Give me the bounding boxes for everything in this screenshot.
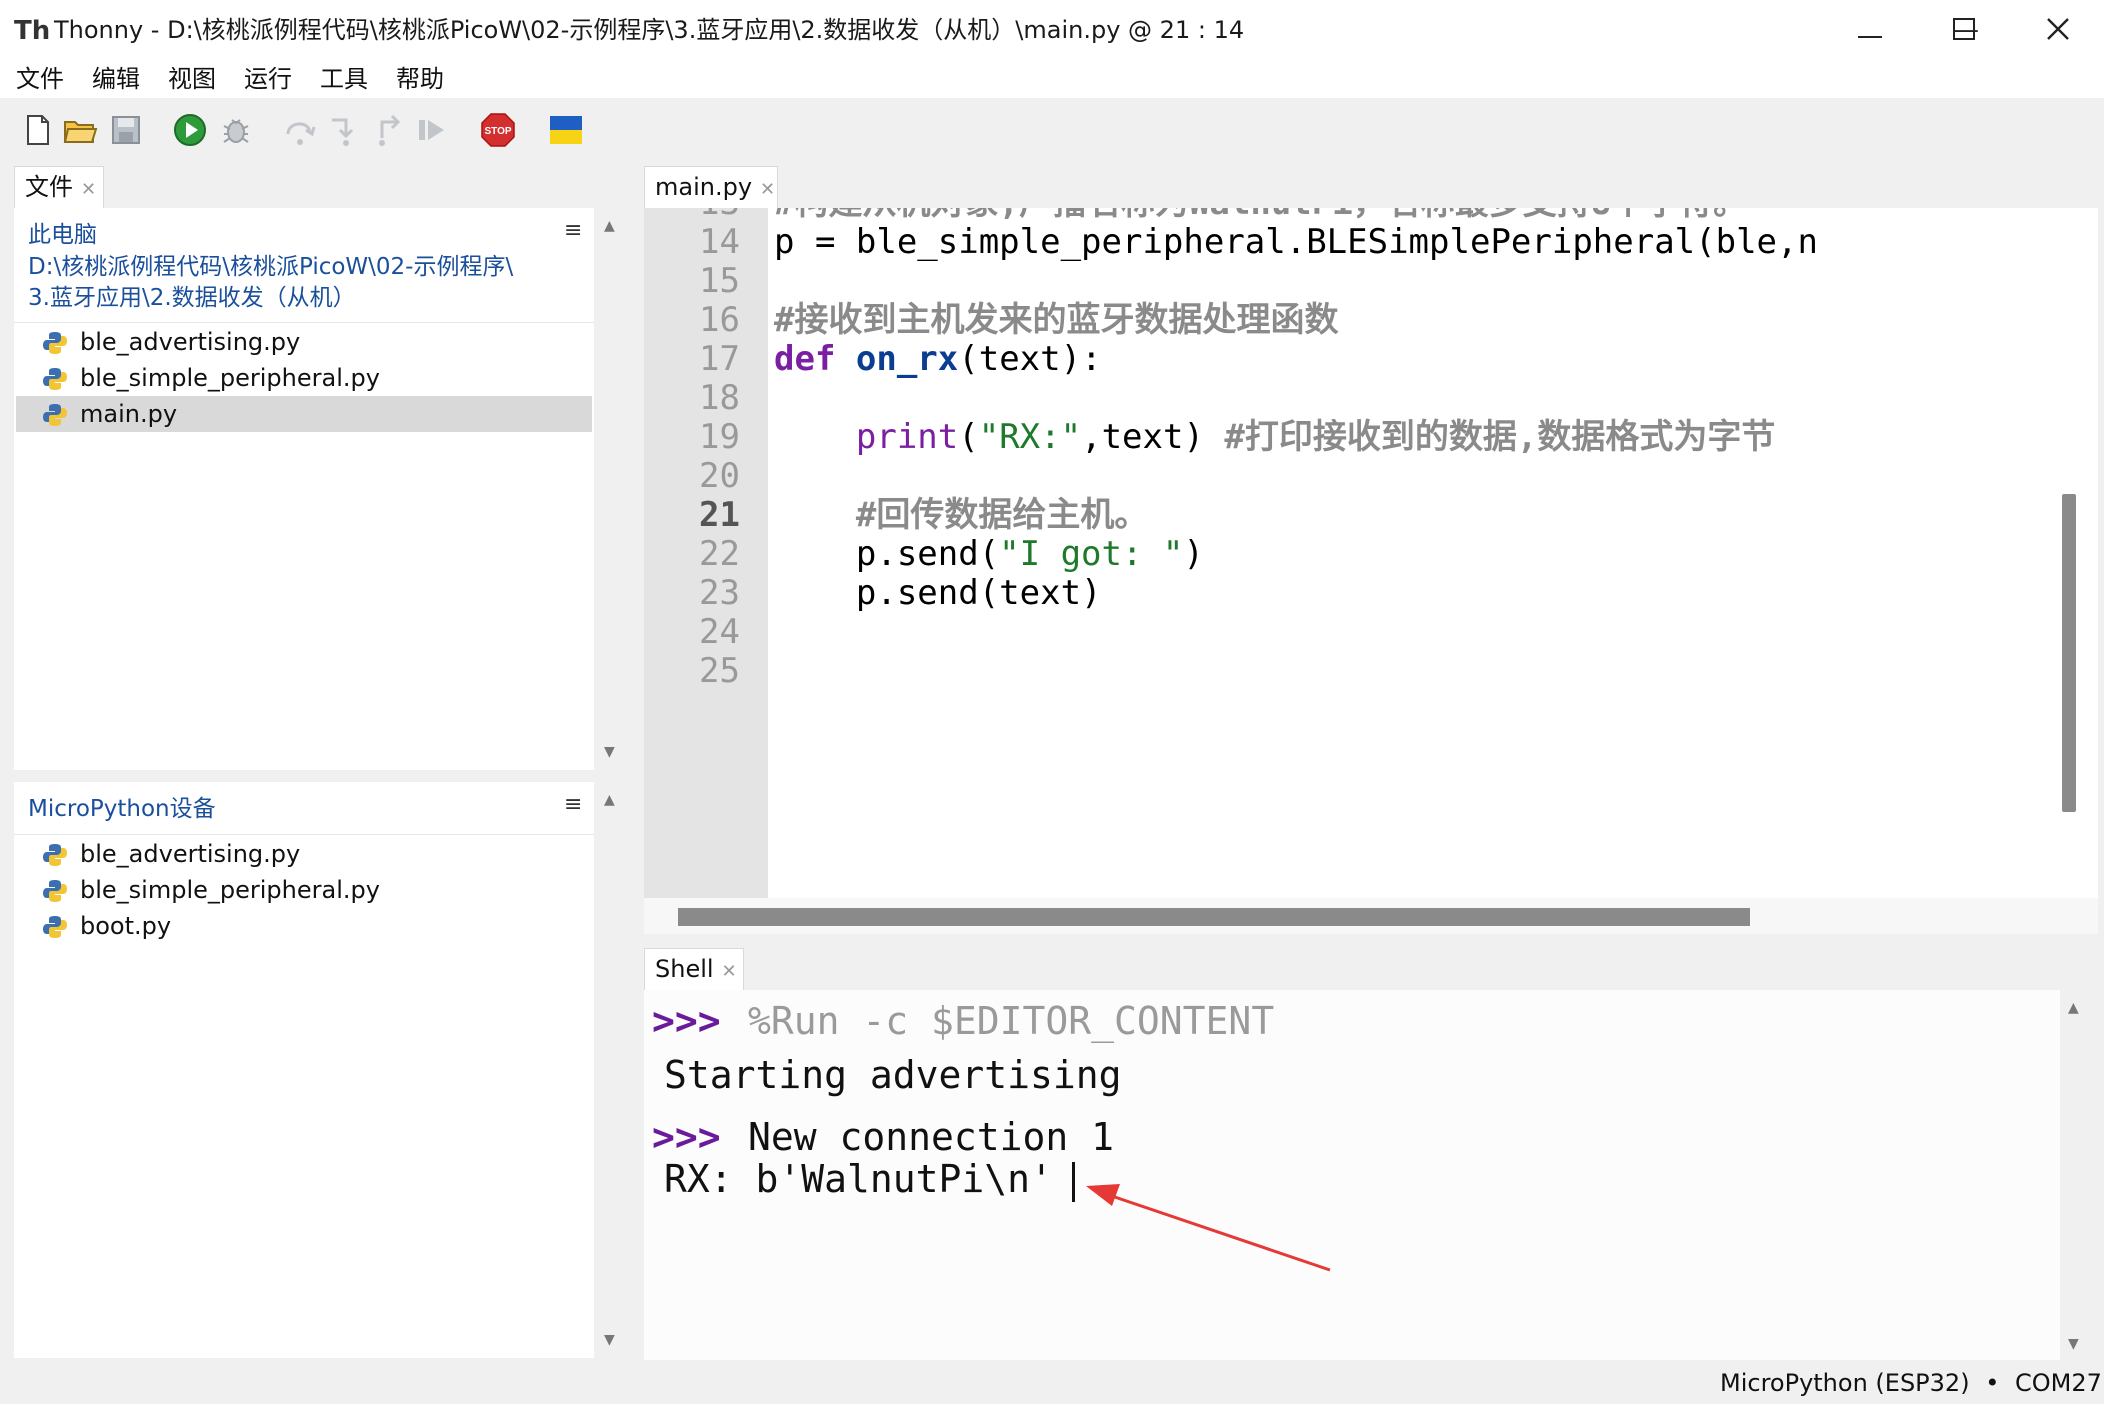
editor-vertical-scrollbar[interactable]	[2062, 494, 2076, 812]
python-file-icon	[43, 368, 67, 390]
python-file-icon	[43, 916, 67, 938]
scroll-down-arrow[interactable]: ▼	[604, 744, 615, 760]
python-file-icon	[43, 844, 67, 866]
tab-shell[interactable]: Shell ✕	[644, 948, 744, 990]
close-icon	[2047, 18, 2069, 40]
divider	[14, 322, 594, 323]
status-separator: •	[1985, 1369, 2000, 1397]
port-label: COM27	[2015, 1369, 2102, 1397]
file-row[interactable]: ble_advertising.py	[16, 836, 592, 872]
tab-files[interactable]: 文件 ✕	[14, 166, 104, 208]
scroll-up-arrow[interactable]: ▲	[2068, 1000, 2079, 1016]
line-number-gutter	[644, 208, 768, 898]
maximize-button[interactable]	[1918, 0, 2010, 60]
scroll-up-arrow[interactable]: ▲	[604, 792, 615, 808]
file-row[interactable]: boot.py	[16, 908, 592, 944]
menu-bar	[0, 60, 2104, 98]
file-name: ble_simple_peripheral.py	[80, 364, 380, 392]
shell-rx-line: RX: b'WalnutPi\n'	[664, 1157, 1053, 1201]
scroll-down-arrow[interactable]: ▼	[2068, 1336, 2079, 1352]
maximize-icon	[1953, 18, 1975, 40]
menu-edit[interactable]: 编辑	[92, 64, 140, 94]
close-icon[interactable]: ✕	[81, 179, 96, 200]
interpreter-status[interactable]: MicroPython (ESP32) • COM27	[1720, 1368, 2102, 1398]
window-title: Thonny - D:\核桃派例程代码\核桃派PicoW\02-示例程序\3.蓝…	[54, 16, 1245, 44]
menu-tools[interactable]: 工具	[320, 64, 368, 94]
menu-file[interactable]: 文件	[16, 64, 64, 94]
path-line-2[interactable]: 3.蓝牙应用\2.数据收发（从机）	[28, 283, 356, 314]
close-icon[interactable]: ✕	[760, 179, 775, 200]
device-header[interactable]: MicroPython设备	[28, 794, 216, 825]
panel-menu-icon[interactable]: ≡	[564, 792, 582, 817]
file-row[interactable]: ble_advertising.py	[16, 324, 592, 360]
file-row[interactable]: ble_simple_peripheral.py	[16, 872, 592, 908]
shell-output: Starting advertising	[664, 1053, 1122, 1097]
python-file-icon	[43, 880, 67, 902]
annotation-arrow-icon	[1086, 1184, 1331, 1272]
close-icon[interactable]: ✕	[722, 961, 737, 982]
close-button[interactable]	[2012, 0, 2104, 60]
panel-menu-icon[interactable]: ≡	[564, 218, 582, 243]
scroll-down-arrow[interactable]: ▼	[604, 1332, 615, 1348]
stop-icon[interactable]: STOP	[480, 112, 516, 148]
shell-prompt: >>>	[652, 999, 721, 1043]
path-line-1[interactable]: D:\核桃派例程代码\核桃派PicoW\02-示例程序\	[28, 252, 513, 283]
run-icon[interactable]	[172, 112, 208, 148]
python-file-icon	[43, 332, 67, 354]
menu-help[interactable]: 帮助	[396, 64, 444, 94]
file-name: boot.py	[80, 912, 172, 940]
python-file-icon	[43, 404, 67, 426]
step-out-icon[interactable]	[370, 112, 406, 148]
file-name: ble_simple_peripheral.py	[80, 876, 380, 904]
file-name: ble_advertising.py	[80, 328, 301, 356]
resume-icon[interactable]	[414, 112, 450, 148]
tab-main-py-label: main.py	[655, 173, 753, 201]
stop-icon-label: STOP	[484, 126, 511, 137]
tab-files-label: 文件	[25, 173, 73, 201]
text-cursor	[1072, 1162, 1075, 1202]
interpreter-label: MicroPython (ESP32)	[1720, 1369, 1970, 1397]
save-icon[interactable]	[108, 112, 144, 148]
code-editor[interactable]	[644, 208, 2098, 898]
shell-run-command: %Run -c $EDITOR_CONTENT	[748, 999, 1275, 1043]
ukraine-flag-icon[interactable]	[548, 112, 584, 148]
step-over-icon[interactable]	[282, 112, 318, 148]
editor-horizontal-scrollbar[interactable]	[678, 908, 1750, 926]
minimize-button-glyph[interactable]	[1824, 0, 1916, 60]
minimize-icon	[1858, 36, 1882, 38]
file-name: main.py	[80, 400, 178, 428]
step-into-icon[interactable]	[326, 112, 362, 148]
divider	[14, 834, 594, 835]
new-file-icon[interactable]	[20, 112, 56, 148]
file-name: ble_advertising.py	[80, 840, 301, 868]
tab-shell-label: Shell	[655, 955, 714, 983]
scroll-up-arrow[interactable]: ▲	[604, 218, 615, 234]
menu-view[interactable]: 视图	[168, 64, 216, 94]
tab-main-py[interactable]: main.py ✕	[644, 166, 778, 208]
open-folder-icon[interactable]	[62, 112, 98, 148]
menu-run[interactable]: 运行	[244, 64, 292, 94]
file-row-selected[interactable]: main.py	[16, 396, 592, 432]
thonny-icon: Th	[14, 16, 51, 46]
file-row[interactable]: ble_simple_peripheral.py	[16, 360, 592, 396]
debug-icon[interactable]	[218, 112, 254, 148]
this-pc-header[interactable]: 此电脑	[28, 220, 97, 251]
